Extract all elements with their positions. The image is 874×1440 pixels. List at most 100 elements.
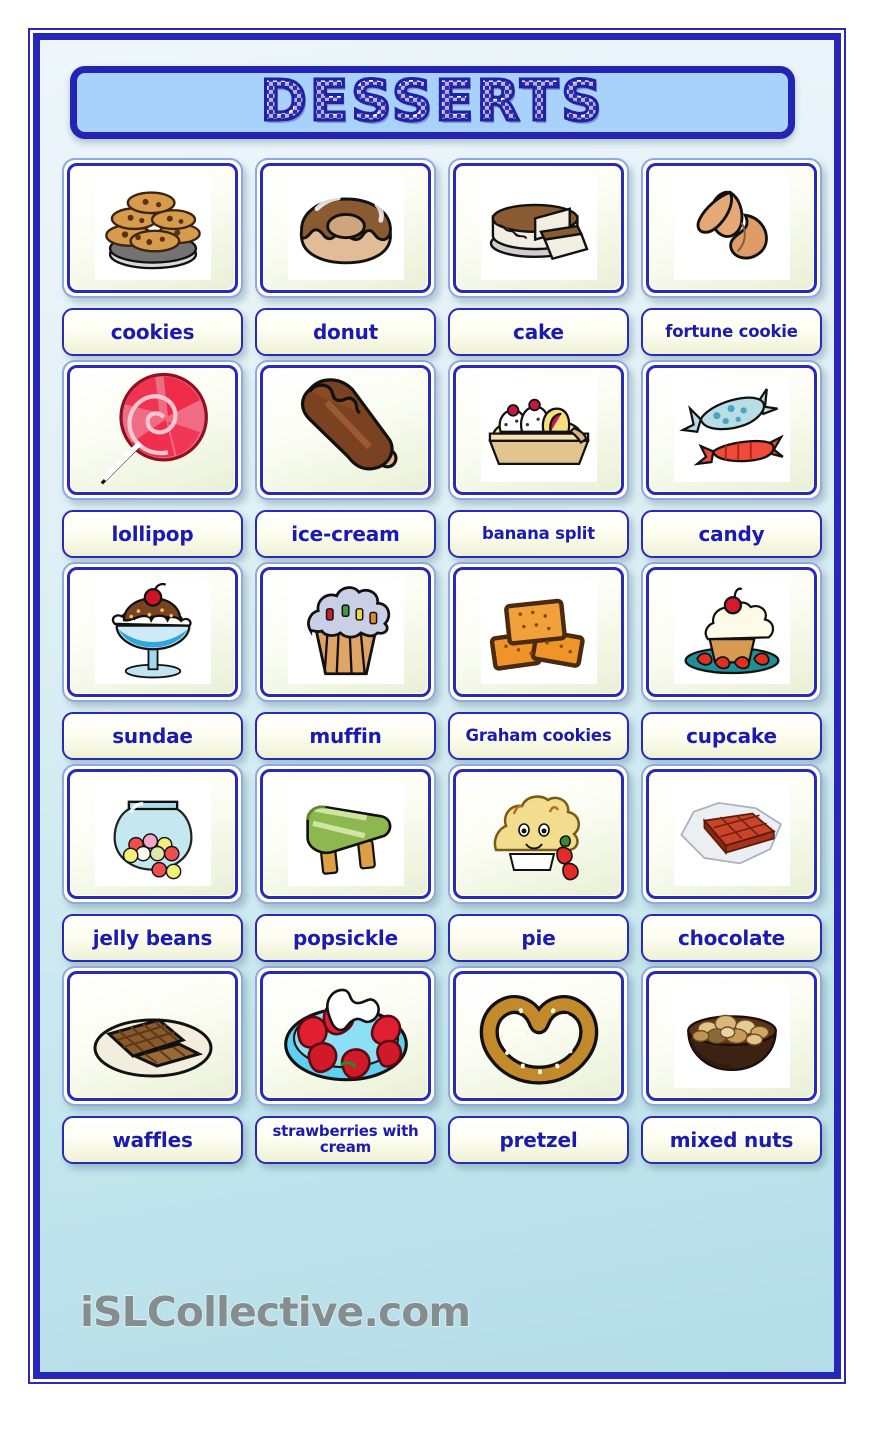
vocab-cell-cake[interactable]: cake <box>442 158 635 356</box>
vocab-cell-pie[interactable]: pie <box>442 764 635 962</box>
label-box-waffles[interactable]: waffles <box>62 1116 243 1164</box>
image-card-candy[interactable] <box>641 360 822 500</box>
vocab-cell-graham-cookies[interactable]: Graham cookies <box>442 562 635 760</box>
image-card-banana-split[interactable] <box>448 360 629 500</box>
waffles-clipart <box>71 975 234 1097</box>
card-surface <box>71 773 234 895</box>
vocab-cell-cupcake[interactable]: cupcake <box>635 562 828 760</box>
image-card-cake[interactable] <box>448 158 629 298</box>
card-surface <box>457 773 620 895</box>
vocab-cell-pretzel[interactable]: pretzel <box>442 966 635 1164</box>
label-box-muffin[interactable]: muffin <box>255 712 436 760</box>
label-box-sundae[interactable]: sundae <box>62 712 243 760</box>
card-surface <box>71 571 234 693</box>
card-surface <box>264 773 427 895</box>
label-box-popsickle[interactable]: popsickle <box>255 914 436 962</box>
image-card-pretzel[interactable] <box>448 966 629 1106</box>
image-card-graham-cookies[interactable] <box>448 562 629 702</box>
label-text: popsickle <box>293 925 398 950</box>
vocab-cell-strawberries-with-cream[interactable]: strawberries with cream <box>249 966 442 1164</box>
label-box-jelly-beans[interactable]: jelly beans <box>62 914 243 962</box>
vocab-cell-waffles[interactable]: waffles <box>56 966 249 1164</box>
vocab-cell-jelly-beans[interactable]: jelly beans <box>56 764 249 962</box>
image-card-cookies[interactable] <box>62 158 243 298</box>
image-card-fortune-cookie[interactable] <box>641 158 822 298</box>
card-surface <box>71 167 234 289</box>
card-surface <box>457 167 620 289</box>
vocab-cell-lollipop[interactable]: lollipop <box>56 360 249 558</box>
label-text: lollipop <box>111 521 194 546</box>
vocab-cell-sundae[interactable]: sundae <box>56 562 249 760</box>
label-text: jelly beans <box>92 925 213 950</box>
label-text: cake <box>513 319 564 344</box>
lollipop-clipart <box>71 369 234 491</box>
label-box-pie[interactable]: pie <box>448 914 629 962</box>
label-box-fortune-cookie[interactable]: fortune cookie <box>641 308 822 356</box>
desserts-poster: DESSERTS cookies donut cake fortune cook… <box>28 28 846 1384</box>
label-text: donut <box>312 319 379 344</box>
popsicle-clipart <box>287 782 404 886</box>
label-text: candy <box>698 521 765 546</box>
strawberries-cream-clipart <box>264 975 427 1097</box>
jelly-beans-jar-clipart <box>94 782 211 886</box>
vocab-cell-chocolate[interactable]: chocolate <box>635 764 828 962</box>
label-text: strawberries with cream <box>272 1122 419 1156</box>
vocab-cell-ice-cream[interactable]: ice-cream <box>249 360 442 558</box>
image-card-strawberries-with-cream[interactable] <box>255 966 436 1106</box>
image-card-sundae[interactable] <box>62 562 243 702</box>
label-box-mixed-nuts[interactable]: mixed nuts <box>641 1116 822 1164</box>
vocab-cell-cookies[interactable]: cookies <box>56 158 249 356</box>
card-surface <box>650 571 813 693</box>
sundae-clipart <box>94 580 211 684</box>
pretzel-clipart <box>457 975 620 1097</box>
vocab-cell-banana-split[interactable]: banana split <box>442 360 635 558</box>
label-box-banana-split[interactable]: banana split <box>448 510 629 558</box>
label-box-graham-cookies[interactable]: Graham cookies <box>448 712 629 760</box>
chocolate-bar-clipart <box>673 782 790 886</box>
vocab-cell-mixed-nuts[interactable]: mixed nuts <box>635 966 828 1164</box>
label-box-pretzel[interactable]: pretzel <box>448 1116 629 1164</box>
label-box-cookies[interactable]: cookies <box>62 308 243 356</box>
label-box-ice-cream[interactable]: ice-cream <box>255 510 436 558</box>
vocab-cell-fortune-cookie[interactable]: fortune cookie <box>635 158 828 356</box>
image-card-jelly-beans[interactable] <box>62 764 243 904</box>
image-card-waffles[interactable] <box>62 966 243 1106</box>
image-card-lollipop[interactable] <box>62 360 243 500</box>
image-card-pie[interactable] <box>448 764 629 904</box>
label-box-cake[interactable]: cake <box>448 308 629 356</box>
vocab-cell-muffin[interactable]: muffin <box>249 562 442 760</box>
vocab-cell-candy[interactable]: candy <box>635 360 828 558</box>
label-box-chocolate[interactable]: chocolate <box>641 914 822 962</box>
label-text: Graham cookies <box>465 726 612 746</box>
banana-split-clipart <box>480 378 597 482</box>
image-card-chocolate[interactable] <box>641 764 822 904</box>
vocab-cell-popsickle[interactable]: popsickle <box>249 764 442 962</box>
fortune-cookie-clipart <box>673 176 790 280</box>
label-box-lollipop[interactable]: lollipop <box>62 510 243 558</box>
grid-row: jelly beans popsickle pie chocolate <box>56 764 828 962</box>
pie-clipart <box>457 773 620 895</box>
card-surface <box>650 773 813 895</box>
image-card-ice-cream[interactable] <box>255 360 436 500</box>
card-surface <box>264 167 427 289</box>
label-box-donut[interactable]: donut <box>255 308 436 356</box>
grid-row: waffles strawberries with cream pretzel … <box>56 966 828 1164</box>
vocab-cell-donut[interactable]: donut <box>249 158 442 356</box>
card-surface <box>457 369 620 491</box>
label-text: sundae <box>112 723 193 748</box>
label-box-candy[interactable]: candy <box>641 510 822 558</box>
card-surface <box>264 975 427 1097</box>
grid-row: cookies donut cake fortune cookie <box>56 158 828 356</box>
mixed-nuts-bowl-clipart <box>673 984 790 1088</box>
image-card-muffin[interactable] <box>255 562 436 702</box>
image-card-donut[interactable] <box>255 158 436 298</box>
image-card-cupcake[interactable] <box>641 562 822 702</box>
label-box-strawberries-with-cream[interactable]: strawberries with cream <box>255 1116 436 1164</box>
label-text: cookies <box>110 319 195 344</box>
label-text: pie <box>521 925 556 950</box>
label-box-cupcake[interactable]: cupcake <box>641 712 822 760</box>
image-card-popsickle[interactable] <box>255 764 436 904</box>
islcollective-watermark: iSLCollective.com <box>79 1287 472 1337</box>
cake-clipart <box>480 176 597 280</box>
image-card-mixed-nuts[interactable] <box>641 966 822 1106</box>
